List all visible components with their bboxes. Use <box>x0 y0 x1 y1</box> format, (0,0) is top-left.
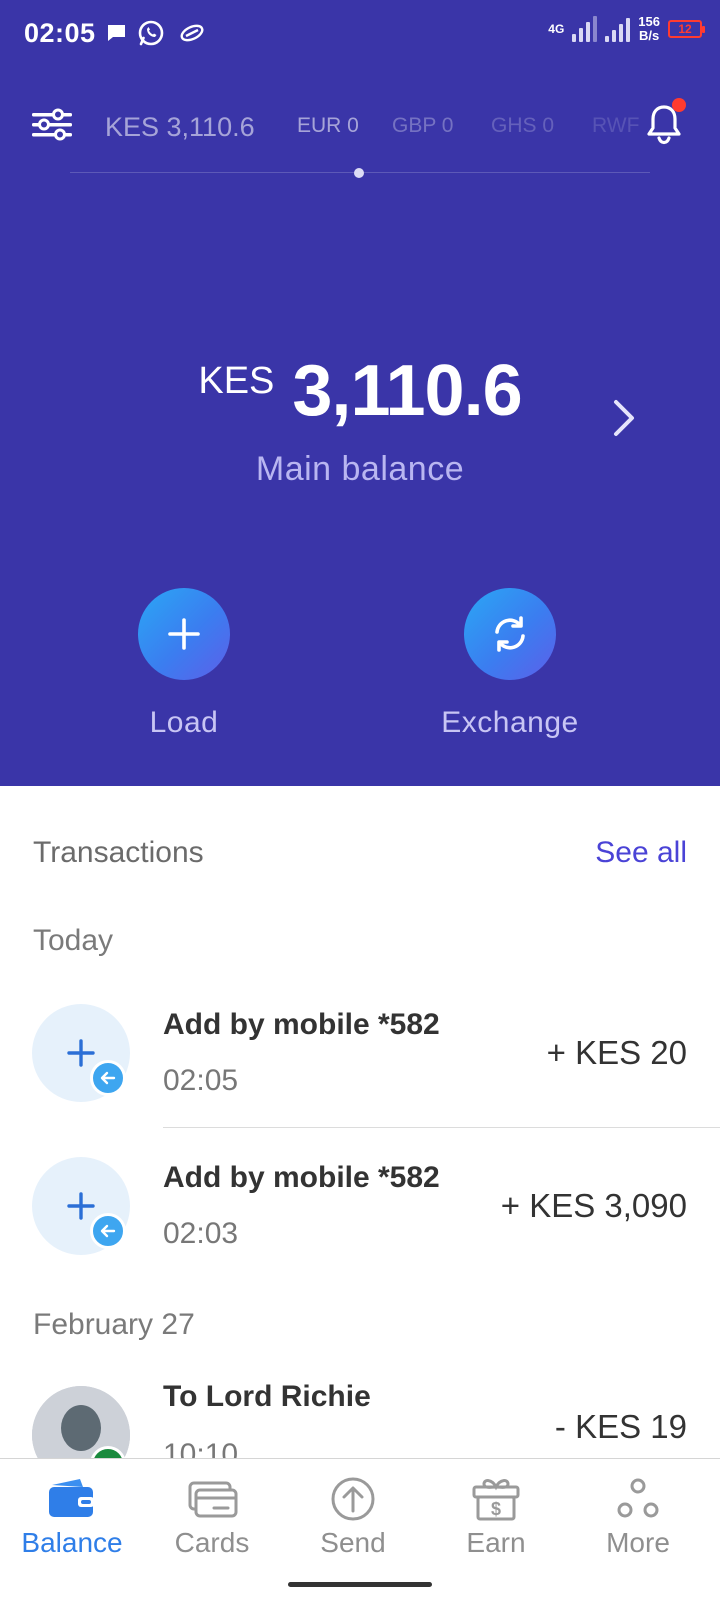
send-icon <box>325 1473 381 1525</box>
balance-amount: 3,110.6 <box>292 351 522 431</box>
status-indicators: 4G 156 B/s 12 <box>548 15 705 43</box>
balance-label: Main balance <box>255 450 465 488</box>
balance-header: 02:05 4G 156 B/s 12 KES 3,110.6 EUR 0 GB… <box>0 0 720 786</box>
nav-balance[interactable]: Balance <box>0 1473 144 1559</box>
battery-icon: 12 <box>668 20 705 38</box>
transactions-title: Transactions <box>33 836 204 869</box>
currency-tab-rwf[interactable]: RWF <box>592 114 639 138</box>
transaction-name: Add by mobile *582 <box>163 1008 440 1041</box>
nav-more-label: More <box>606 1527 670 1558</box>
network-type: 4G <box>548 22 565 36</box>
currency-page-indicator <box>354 168 364 178</box>
plus-icon <box>138 588 230 680</box>
wallet-icon <box>44 1473 100 1525</box>
transaction-time: 02:05 <box>163 1064 239 1097</box>
chevron-right-icon[interactable] <box>608 396 638 440</box>
transaction-amount: - KES 19 <box>554 1408 687 1445</box>
transactions-header: Transactions See all <box>33 836 687 870</box>
transaction-time: 02:03 <box>163 1217 239 1250</box>
transaction-amount: + KES 3,090 <box>500 1187 687 1224</box>
status-time: 02:05 <box>24 18 96 48</box>
exchange-icon <box>464 588 556 680</box>
arrow-left-icon <box>90 1213 126 1249</box>
chat-bubble-icon <box>104 18 128 48</box>
cards-icon <box>184 1473 240 1525</box>
nav-send[interactable]: Send <box>281 1473 425 1559</box>
link-icon <box>178 18 206 48</box>
network-speed: 156 B/s <box>638 15 660 43</box>
currency-tabs: KES 3,110.6 EUR 0 GBP 0 GHS 0 RWF <box>100 100 640 152</box>
currency-tab-kes[interactable]: KES 3,110.6 <box>105 112 255 143</box>
speed-unit: B/s <box>639 28 660 43</box>
notification-dot <box>672 98 686 112</box>
speed-value: 156 <box>638 14 660 29</box>
transaction-row[interactable]: Add by mobile *582 02:05 + KES 20 <box>0 1004 720 1144</box>
transaction-divider <box>163 1127 720 1128</box>
svg-text:$: $ <box>491 1499 501 1519</box>
arrow-left-icon <box>90 1060 126 1096</box>
load-label: Load <box>149 706 219 739</box>
load-button[interactable]: Load <box>84 588 284 740</box>
currency-tab-eur[interactable]: EUR 0 <box>297 114 359 138</box>
signal-strength-icon-2 <box>605 16 631 42</box>
battery-level: 12 <box>678 22 692 36</box>
nav-earn[interactable]: $ Earn <box>424 1473 568 1559</box>
signal-strength-icon <box>572 16 598 42</box>
bottom-navigation: Balance Cards Send $ Earn More <box>0 1458 720 1600</box>
transaction-amount: + KES 20 <box>546 1034 687 1071</box>
more-icon <box>610 1473 666 1525</box>
transaction-name: Add by mobile *582 <box>163 1161 440 1194</box>
exchange-label: Exchange <box>441 706 579 739</box>
transaction-name: To Lord Richie <box>163 1380 371 1413</box>
section-label-february-27: February 27 <box>33 1308 195 1341</box>
currency-tab-gbp[interactable]: GBP 0 <box>392 114 453 138</box>
currency-tab-ghs[interactable]: GHS 0 <box>491 114 554 138</box>
transaction-row[interactable]: Add by mobile *582 02:03 + KES 3,090 <box>0 1157 720 1297</box>
nav-cards-label: Cards <box>174 1527 250 1558</box>
nav-cards[interactable]: Cards <box>140 1473 284 1559</box>
status-bar: 02:05 4G 156 B/s 12 <box>0 0 720 66</box>
gift-icon: $ <box>468 1473 524 1525</box>
app-screen: 02:05 4G 156 B/s 12 KES 3,110.6 EUR 0 GB… <box>0 0 720 1600</box>
balance-currency: KES <box>198 360 275 402</box>
whatsapp-icon <box>136 18 166 48</box>
nav-balance-label: Balance <box>21 1527 123 1558</box>
see-all-link[interactable]: See all <box>595 836 687 870</box>
exchange-button[interactable]: Exchange <box>410 588 610 740</box>
nav-more[interactable]: More <box>566 1473 710 1559</box>
home-indicator[interactable] <box>288 1582 432 1587</box>
filter-sliders-icon[interactable] <box>30 108 74 142</box>
nav-earn-label: Earn <box>466 1527 526 1558</box>
section-label-today: Today <box>33 924 114 957</box>
nav-send-label: Send <box>320 1527 386 1558</box>
